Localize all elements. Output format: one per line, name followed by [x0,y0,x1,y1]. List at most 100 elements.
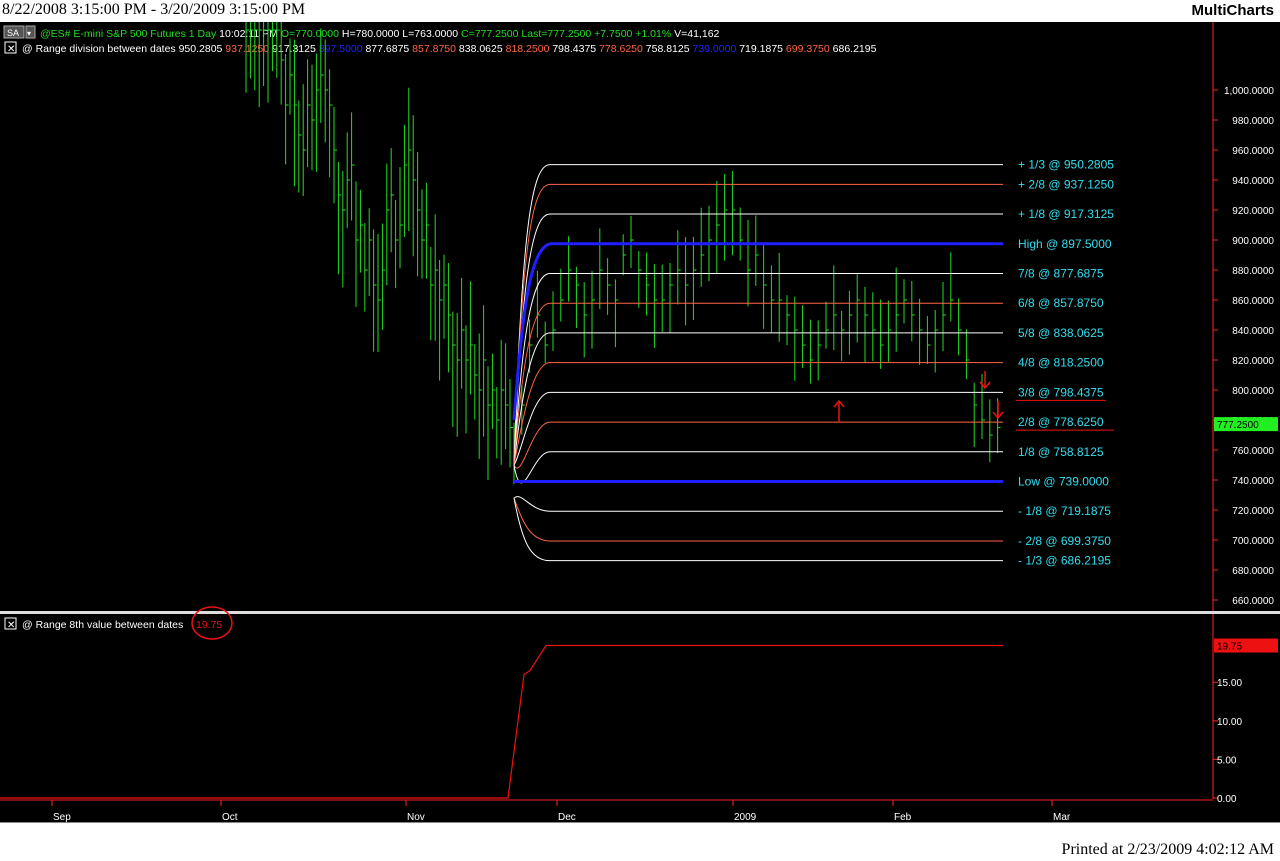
level-curve [513,497,551,562]
symbol-legend: SA ▾ @ES# E-mini S&P 500 Futures 1 Day 1… [3,25,720,40]
level-label: Low @ 739.0000 [1018,475,1109,489]
legend-value: 1 Day [186,28,217,40]
price-tick-label: 720.0000 [1232,506,1274,517]
study-value: 719.1875 [736,43,783,55]
level-curve [513,497,551,542]
last-price-label: 777.2500 [1217,420,1259,431]
legend-value: C=777.2500 [458,28,519,40]
price-tick-label: 820.0000 [1232,356,1274,367]
level-label: - 1/3 @ 686.2195 [1018,554,1111,568]
chart-svg[interactable]: SA ▾ @ES# E-mini S&P 500 Futures 1 Day 1… [0,22,1280,822]
study-value: 686.2195 [830,43,877,55]
level-curve [513,302,551,466]
price-tick-label: 760.0000 [1232,446,1274,457]
price-tick-label: 1,000.0000 [1224,86,1274,97]
time-tick-label: Nov [407,812,425,822]
level-label: 6/8 @ 857.8750 [1018,296,1104,310]
level-label: + 1/3 @ 950.2805 [1018,158,1114,172]
study-value: 897.5000 [316,43,363,55]
study-value: 857.8750 [409,43,456,55]
study-value: 758.8125 [643,43,690,55]
time-tick-label: Sep [53,812,71,822]
price-axis: 1,000.0000 980.0000 960.0000 940.0000 920.00… [1213,86,1278,607]
indicator-tick-label: 5.00 [1217,755,1237,766]
time-tick-label: 2009 [734,812,757,822]
level-label: 5/8 @ 838.0625 [1018,326,1104,340]
level-label: 1/8 @ 758.8125 [1018,445,1104,459]
time-tick-label: Mar [1053,812,1071,822]
close-glyph: ✕ [7,620,15,631]
price-tick-label: 880.0000 [1232,266,1274,277]
level-label: 2/8 @ 778.6250 [1018,415,1104,429]
printed-timestamp: Printed at 2/23/2009 4:02:12 AM [1061,841,1274,858]
title-bar: 8/22/2008 3:15:00 PM - 3/20/2009 3:15:00… [0,0,1280,22]
chevron-down-glyph: ▾ [27,29,31,38]
legend-value: E-mini S&P 500 Futures [71,28,186,40]
study-value: 877.6875 [363,43,410,55]
status-bar: Printed at 2/23/2009 4:02:12 AM [0,840,1280,861]
annotation-arrows [833,371,1004,423]
time-tick-label: Dec [558,812,576,822]
level-label: High @ 897.5000 [1018,237,1112,251]
price-tick-label: 920.0000 [1232,206,1274,217]
price-tick-label: 840.0000 [1232,326,1274,337]
legend-value: Last=777.2500 [519,28,592,40]
level-label: 3/8 @ 798.4375 [1018,385,1104,399]
legend-value: V=41,162 [671,28,719,40]
study-name: @ Range division between dates [22,43,176,55]
level-label: - 2/8 @ 699.3750 [1018,534,1111,548]
symbol-legend-text: @ES# E-mini S&P 500 Futures 1 Day 10:02:… [40,28,720,40]
price-bars [245,22,1001,485]
study-value: 739.0000 [690,43,737,55]
price-tick-label: 740.0000 [1232,476,1274,487]
study-legend-text: @ Range division between dates 950.2805 … [22,43,877,55]
range-levels: + 1/3 @ 950.2805 + 2/8 @ 937.1250 + 1/8 @ … [514,158,1114,568]
price-tick-label: 660.0000 [1232,596,1274,607]
time-axis: Sep Oct Nov Dec 2009 Feb Mar [51,800,1071,822]
price-tick-label: 960.0000 [1232,146,1274,157]
legend-value: L=763.0000 [399,28,458,40]
time-tick-label: Feb [894,812,912,822]
study-value: 917.3125 [269,43,316,55]
date-range: 8/22/2008 3:15:00 PM - 3/20/2009 3:15:00… [2,1,306,18]
legend-value: O=770.0000 [278,28,339,40]
indicator-line [0,644,1003,799]
price-tick-label: 900.0000 [1232,236,1274,247]
study-value: 838.0625 [456,43,503,55]
level-label: 7/8 @ 877.6875 [1018,266,1104,280]
price-tick-label: 700.0000 [1232,536,1274,547]
symbol-button-label: SA [7,28,19,38]
legend-value: H=780.0000 [339,28,400,40]
indicator-tick-label: 0.00 [1217,794,1237,805]
study-value: 950.2805 [176,43,223,55]
level-label: + 2/8 @ 937.1250 [1018,177,1114,191]
arrow-down-icon [992,401,1004,420]
study-value: 699.3750 [783,43,830,55]
indicator-name: @ Range 8th value between dates [22,619,183,631]
indicator-value-label: 19.75 [1217,642,1242,653]
study-value: 778.6250 [596,43,643,55]
price-tick-label: 860.0000 [1232,296,1274,307]
level-curves [512,164,553,562]
app-name: MultiCharts [1191,2,1275,19]
study-value: 798.4375 [549,43,596,55]
level-label: 4/8 @ 818.2500 [1018,356,1104,370]
indicator-tick-label: 15.00 [1217,678,1242,689]
legend-value: @ES# [40,28,71,40]
time-tick-label: Oct [222,812,238,822]
level-label: + 1/8 @ 917.3125 [1018,207,1114,221]
scroll-area[interactable] [0,822,1280,841]
indicator-tick-label: 10.00 [1217,717,1242,728]
legend-value: +1.01% [632,28,671,40]
price-tick-label: 680.0000 [1232,566,1274,577]
indicator-pane: 15.00 10.00 5.00 0.00 19.75 [0,614,1278,805]
indicator-value: 19.75 [196,619,222,631]
close-glyph: ✕ [7,44,15,55]
chart-area[interactable]: SA ▾ @ES# E-mini S&P 500 Futures 1 Day 1… [0,22,1280,822]
price-tick-label: 800.0000 [1232,386,1274,397]
study-legend: ✕ @ Range division between dates 950.280… [4,41,877,55]
pane-separator[interactable] [0,611,1280,614]
price-tick-label: 940.0000 [1232,176,1274,187]
level-curve [513,496,551,512]
level-label: - 1/8 @ 719.1875 [1018,504,1111,518]
